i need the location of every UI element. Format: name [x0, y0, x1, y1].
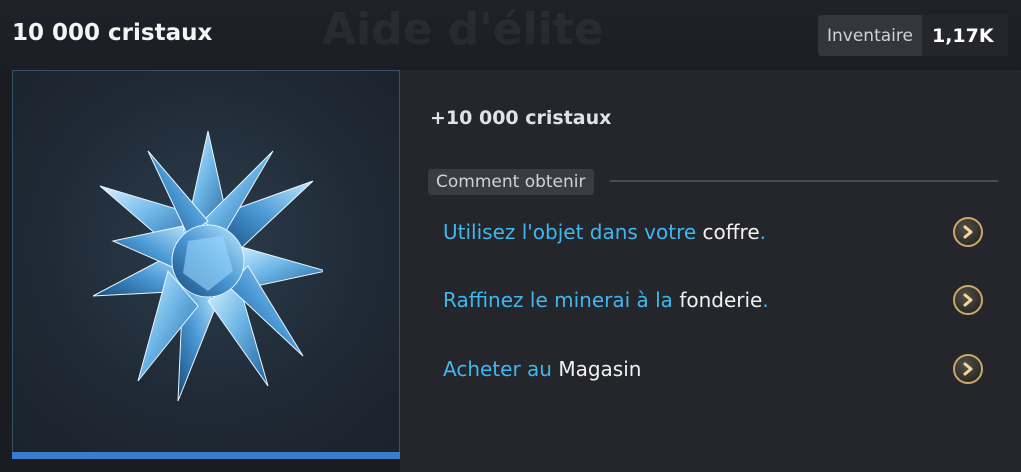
item-image-panel — [12, 70, 400, 458]
image-panel-accent-bar — [12, 452, 400, 459]
chevron-right-icon — [963, 293, 973, 307]
go-arrow-button[interactable] — [953, 217, 983, 247]
obtain-option-suffix: . — [762, 288, 769, 312]
chevron-right-icon — [963, 225, 973, 239]
obtain-option-chest[interactable]: Utilisez l'objet dans votre coffre. — [443, 216, 983, 248]
reward-text: +10 000 cristaux — [430, 107, 612, 129]
go-arrow-button[interactable] — [953, 285, 983, 315]
obtain-option-highlight: Magasin — [558, 357, 642, 381]
obtain-option-prefix: Raffinez le minerai à la — [443, 288, 680, 312]
inventory-badge: Inventaire 1,17K — [818, 15, 1008, 56]
details-panel — [400, 70, 1021, 472]
header-bar: Aide d'élite 10 000 cristaux Inventaire … — [0, 0, 1021, 70]
inventory-count: 1,17K — [921, 15, 1008, 56]
page-title: 10 000 cristaux — [12, 20, 213, 46]
obtain-option-text: Acheter au Magasin — [443, 357, 641, 381]
inventory-label: Inventaire — [818, 15, 922, 56]
obtain-option-shop[interactable]: Acheter au Magasin — [443, 353, 983, 385]
obtain-option-text: Utilisez l'objet dans votre coffre. — [443, 220, 766, 244]
section-label-how-to-obtain: Comment obtenir — [428, 169, 594, 195]
chevron-right-icon — [963, 362, 973, 376]
obtain-option-prefix: Acheter au — [443, 357, 559, 381]
obtain-option-highlight: fonderie — [679, 288, 763, 312]
obtain-option-highlight: coffre — [702, 220, 760, 244]
obtain-option-suffix: . — [759, 220, 767, 244]
obtain-option-foundry[interactable]: Raffinez le minerai à la fonderie. — [443, 284, 983, 316]
obtain-option-text: Raffinez le minerai à la fonderie. — [443, 288, 769, 312]
section-divider — [610, 180, 998, 182]
background-ghost-title: Aide d'élite — [322, 4, 604, 55]
go-arrow-button[interactable] — [953, 354, 983, 384]
obtain-option-prefix: Utilisez l'objet dans votre — [443, 220, 703, 244]
blue-crystal-icon — [93, 130, 323, 402]
